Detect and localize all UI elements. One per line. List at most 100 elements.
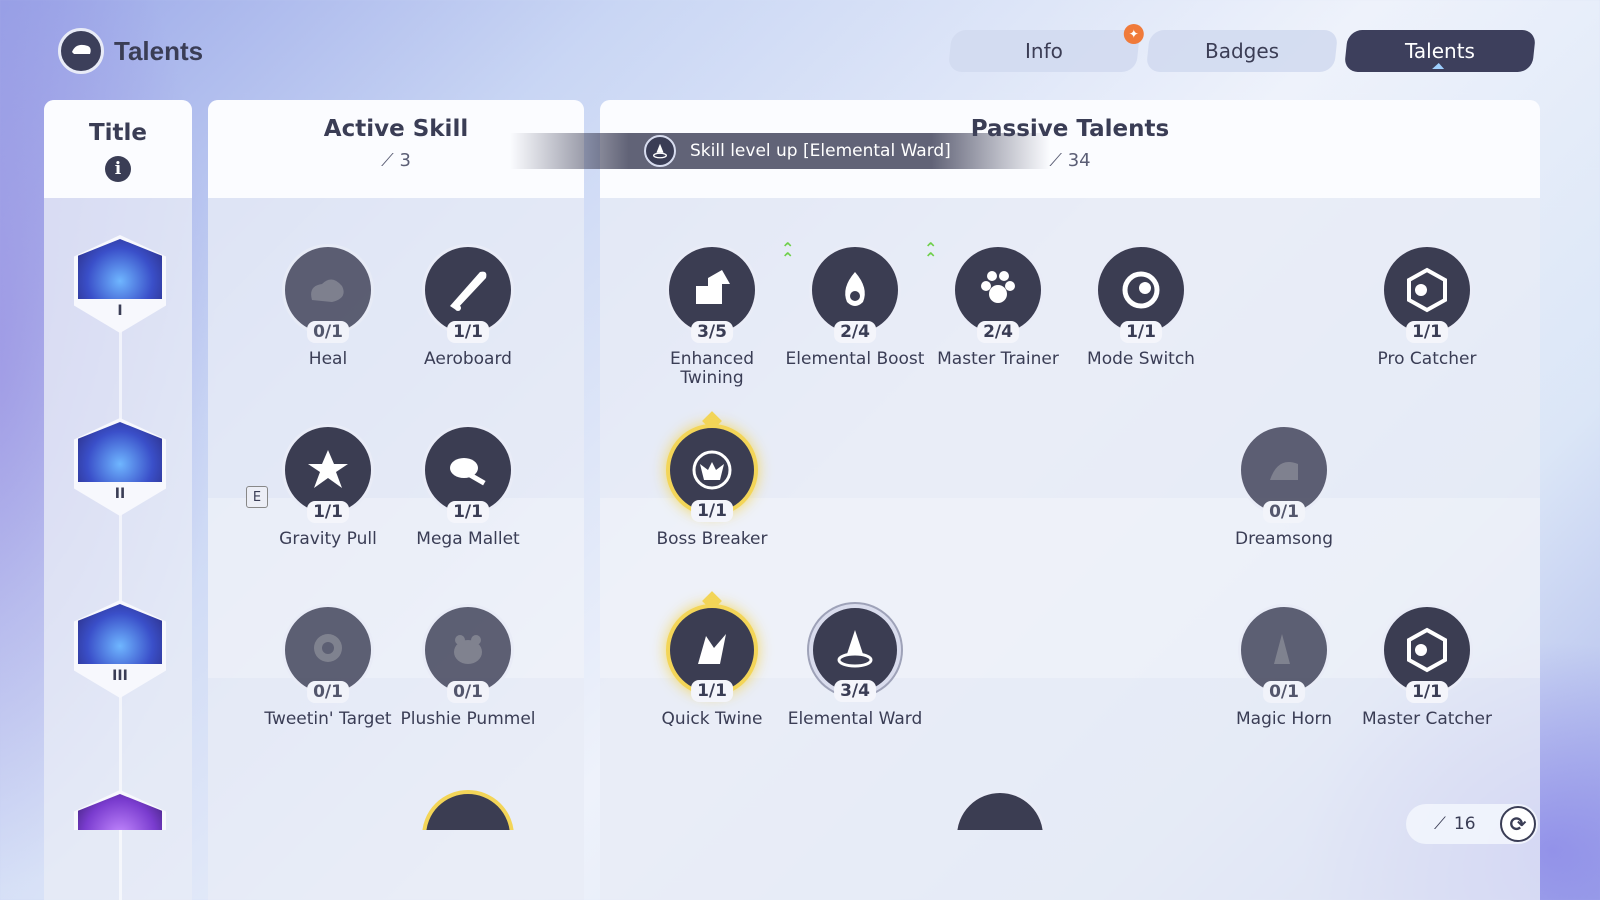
tab-info-label: Info <box>1025 39 1063 63</box>
mode-switch-icon <box>1122 271 1160 309</box>
talent-label: Quick Twine <box>661 709 763 729</box>
active-skill-points-value: 3 <box>399 150 411 171</box>
active-skill-panel: Active Skill ⟋ 3 0/1 Heal 1/1 Aeroboard … <box>208 100 584 900</box>
level-badge: 1/1 <box>307 501 349 523</box>
skill-plushie-pummel[interactable]: 0/1 Plushie Pummel <box>398 604 538 729</box>
skill-label: Gravity Pull <box>279 529 377 549</box>
tab-talents-label: Talents <box>1405 39 1475 63</box>
talent-label: Master Catcher <box>1362 709 1492 729</box>
level-badge: 0/1 <box>1263 681 1305 703</box>
tab-badges-label: Badges <box>1204 39 1280 63</box>
level-badge: 0/1 <box>307 321 349 343</box>
skill-levelup-notification: Skill level up [Elemental Ward] <box>510 133 1050 169</box>
title-emblem-2[interactable]: II <box>74 418 166 516</box>
remaining-points-counter: ⟋ 16 ⟳ <box>1406 804 1538 844</box>
aeroboard-icon <box>450 271 487 311</box>
feather-icon: ⟋ <box>1049 150 1062 171</box>
gravity-pull-icon <box>308 450 348 488</box>
talent-label: Mode Switch <box>1087 349 1195 369</box>
talent-magic-horn[interactable]: 0/1 Magic Horn <box>1214 604 1354 729</box>
talent-label: Magic Horn <box>1236 709 1332 729</box>
title-emblem-numeral: III <box>112 668 128 684</box>
elemental-ward-icon <box>644 135 676 167</box>
skill-label: Tweetin' Target <box>264 709 392 729</box>
skill-aeroboard[interactable]: 1/1 Aeroboard <box>398 244 538 369</box>
quick-twine-icon <box>698 634 726 664</box>
level-badge: 1/1 <box>691 500 733 522</box>
passive-talent-panel: Passive Talents ⟋ 34 3/5 Enhanced Twinin… <box>600 100 1540 900</box>
level-badge: 3/5 <box>691 321 733 343</box>
gift-icon: ✦ <box>1123 24 1144 44</box>
level-badge: 1/1 <box>447 321 489 343</box>
talent-mode-switch[interactable]: 1/1 Mode Switch <box>1071 244 1211 369</box>
level-badge: 1/1 <box>447 501 489 523</box>
level-badge: 3/4 <box>834 680 876 702</box>
mega-mallet-icon <box>450 458 486 486</box>
level-badge: 1/1 <box>1120 321 1162 343</box>
info-icon[interactable]: i <box>105 156 131 182</box>
page-title: Talents <box>114 35 204 66</box>
skill-locked-partial[interactable] <box>422 790 514 830</box>
elemental-boost-icon <box>845 272 865 306</box>
level-badge: 1/1 <box>1406 321 1448 343</box>
back-arrow-icon <box>72 44 91 54</box>
dreamsong-icon <box>1270 462 1298 480</box>
skill-gravity-pull[interactable]: 1/1 E Gravity Pull <box>246 424 398 549</box>
skill-tweetin-target[interactable]: 0/1 Tweetin' Target <box>258 604 398 729</box>
paw-icon <box>981 271 1015 303</box>
arrow-up-icon <box>696 270 730 304</box>
title-column-heading: Title <box>88 120 148 146</box>
title-panel-header: Title i <box>44 100 192 198</box>
skill-label: Heal <box>308 349 348 369</box>
tab-badges[interactable]: Badges <box>1145 30 1339 72</box>
talent-boss-breaker[interactable]: 1/1 Boss Breaker <box>642 411 782 549</box>
plushie-pummel-icon <box>454 635 482 664</box>
hotkey-e: E <box>246 486 268 508</box>
level-badge: 2/4 <box>834 321 876 343</box>
talent-master-trainer[interactable]: ⌃ ⌃ 2/4 Master Trainer <box>924 241 1068 369</box>
level-badge: 0/1 <box>447 681 489 703</box>
heal-icon <box>311 279 344 302</box>
talent-elemental-ward[interactable]: 3/4 Elemental Ward <box>785 604 925 729</box>
level-badge: 0/1 <box>1263 501 1305 523</box>
skill-mega-mallet[interactable]: 1/1 Mega Mallet <box>398 424 538 549</box>
talent-pro-catcher[interactable]: 1/1 Pro Catcher <box>1357 244 1497 369</box>
talent-label: Master Trainer <box>937 349 1059 369</box>
title-emblem-4[interactable] <box>74 790 166 830</box>
reset-button[interactable]: ⟳ <box>1500 806 1536 842</box>
tab-talents[interactable]: Talents <box>1343 30 1537 72</box>
title-panel: Title i I II III <box>44 100 192 900</box>
talent-master-catcher[interactable]: 1/1 Master Catcher <box>1357 604 1497 729</box>
elemental-ward-icon <box>837 630 873 668</box>
boss-breaker-icon <box>692 450 732 490</box>
refresh-icon: ⟳ <box>1509 812 1527 836</box>
talent-label: Elemental Ward <box>787 709 923 729</box>
back-button[interactable] <box>58 28 104 74</box>
talent-label: Pro Catcher <box>1377 349 1477 369</box>
tab-bar: Info ✦ Badges Talents <box>947 24 1537 72</box>
talent-dreamsong[interactable]: 0/1 Dreamsong <box>1214 424 1354 549</box>
title-emblem-3[interactable]: III <box>74 600 166 698</box>
catcher-cube-icon <box>1407 267 1447 313</box>
title-emblem-1[interactable]: I <box>74 235 166 333</box>
feather-icon: ⟋ <box>1434 814 1446 834</box>
talent-label: Boss Breaker <box>656 529 768 549</box>
level-badge: 1/1 <box>691 680 733 702</box>
talent-locked-partial[interactable] <box>954 790 1046 830</box>
upgrade-arrow-icon: ⌃ ⌃ <box>781 239 795 268</box>
talent-label: Elemental Boost <box>785 349 925 369</box>
skill-heal[interactable]: 0/1 Heal <box>258 244 398 369</box>
tweetin-target-icon <box>314 634 342 662</box>
upgrade-arrow-icon: ⌃ ⌃ <box>924 239 938 268</box>
talent-label: Dreamsong <box>1235 529 1333 549</box>
talent-quick-twine[interactable]: 1/1 Quick Twine <box>642 591 782 729</box>
talent-enhanced-twining[interactable]: 3/5 Enhanced Twining <box>642 244 782 388</box>
title-emblem-numeral: I <box>117 303 123 319</box>
feather-icon: ⟋ <box>381 150 394 171</box>
magic-horn-icon <box>1274 634 1290 664</box>
skill-label: Aeroboard <box>424 349 512 369</box>
skill-label: Mega Mallet <box>416 529 520 549</box>
talent-elemental-boost[interactable]: ⌃ ⌃ 2/4 Elemental Boost <box>781 241 925 369</box>
app-header: Talents <box>58 28 203 74</box>
tab-info[interactable]: Info ✦ <box>947 24 1144 72</box>
